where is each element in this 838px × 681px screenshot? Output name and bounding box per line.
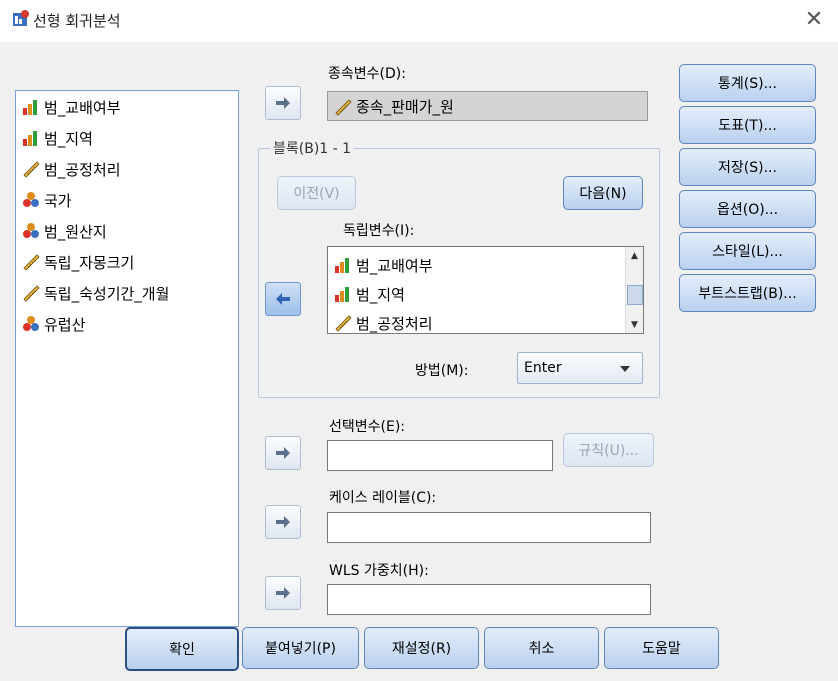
source-variable-item[interactable]: 범_교배여부 <box>22 95 121 119</box>
independents-scrollbar[interactable]: ▲ ▼ <box>625 247 643 333</box>
scale-ruler-icon <box>22 160 40 178</box>
nominal-bar-icon <box>22 129 40 147</box>
dependent-value: 종속_판매가_원 <box>356 98 454 116</box>
save-button[interactable]: 저장(S)... <box>679 148 816 186</box>
source-variable-item-label: 독립_자몽크기 <box>44 253 135 272</box>
source-variable-item[interactable]: 독립_자몽크기 <box>22 250 134 274</box>
statistics-button[interactable]: 통계(S)... <box>679 64 816 102</box>
method-label: 방법(M): <box>415 363 469 379</box>
independent-variable-item[interactable]: 범_지역 <box>334 282 405 306</box>
window-title: 선형 회귀분석 <box>33 12 121 30</box>
scale-ruler-icon <box>22 253 40 271</box>
move-to-dependent-button[interactable] <box>265 86 301 120</box>
dependent-label: 종속변수(D): <box>328 66 406 82</box>
nominal-bar-icon <box>334 285 352 303</box>
scale-ruler-icon <box>334 314 352 332</box>
scale-ruler-icon <box>335 98 352 116</box>
source-variable-item-label: 범_교배여부 <box>44 98 121 117</box>
plots-button[interactable]: 도표(T)... <box>679 106 816 144</box>
source-variable-item-label: 범_원산지 <box>44 222 107 241</box>
chevron-down-icon <box>620 366 630 372</box>
arrow-right-icon <box>276 587 290 599</box>
move-to-selection-button[interactable] <box>265 436 301 470</box>
source-variable-item[interactable]: 범_원산지 <box>22 219 107 243</box>
case-label-label: 케이스 레이블(C): <box>329 490 437 506</box>
rule-button[interactable]: 규칙(U)... <box>563 433 654 467</box>
method-value: Enter <box>524 360 562 376</box>
arrow-right-icon <box>276 97 290 109</box>
independents-label: 독립변수(I): <box>343 223 415 239</box>
independent-variable-item-label: 범_지역 <box>356 285 405 304</box>
method-select[interactable]: Enter <box>517 352 643 384</box>
independent-variable-item[interactable]: 범_교배여부 <box>334 253 433 277</box>
reset-button[interactable]: 재설정(R) <box>364 627 479 669</box>
source-variable-item-label: 범_공정처리 <box>44 160 121 179</box>
source-variable-item[interactable]: 국가 <box>22 188 72 212</box>
selection-label: 선택변수(E): <box>329 419 406 435</box>
close-icon[interactable]: ✕ <box>800 6 828 34</box>
independent-variable-item-label: 범_공정처리 <box>356 314 433 333</box>
source-variable-item[interactable]: 유럽산 <box>22 312 85 336</box>
nominal-bar-icon <box>22 98 40 116</box>
block-legend: 블록(B)1 - 1 <box>270 138 355 158</box>
ok-button[interactable]: 확인 <box>125 627 239 671</box>
regression-app-icon <box>13 10 29 26</box>
bootstrap-button[interactable]: 부트스트랩(B)... <box>679 274 816 312</box>
scroll-down-icon[interactable]: ▼ <box>626 316 643 333</box>
wls-label: WLS 가중치(H): <box>329 563 429 579</box>
nominal-bar-icon <box>334 256 352 274</box>
arrow-left-icon <box>276 293 290 305</box>
arrow-right-icon <box>276 516 290 528</box>
source-variable-item[interactable]: 독립_숙성기간_개월 <box>22 281 169 305</box>
selection-field[interactable] <box>327 440 553 471</box>
independent-variable-item-label: 범_교배여부 <box>356 256 433 275</box>
help-button[interactable]: 도움말 <box>604 627 719 669</box>
nominal-circles-icon <box>22 191 40 209</box>
nominal-circles-icon <box>22 315 40 333</box>
source-variable-list[interactable]: 범_교배여부범_지역범_공정처리국가범_원산지독립_자몽크기독립_숙성기간_개월… <box>15 90 239 627</box>
title-bar <box>0 0 838 42</box>
independents-list[interactable]: ▲ ▼ 범_교배여부범_지역범_공정처리 <box>327 246 644 334</box>
source-variable-item[interactable]: 범_공정처리 <box>22 157 121 181</box>
move-to-independents-button[interactable] <box>265 282 301 316</box>
case-label-field[interactable] <box>327 512 651 543</box>
independent-variable-item[interactable]: 범_공정처리 <box>334 311 433 333</box>
source-variable-item-label: 범_지역 <box>44 129 93 148</box>
previous-block-button[interactable]: 이전(V) <box>277 176 356 210</box>
move-to-wls-button[interactable] <box>265 576 301 610</box>
source-variable-item-label: 독립_숙성기간_개월 <box>44 284 170 303</box>
style-button[interactable]: 스타일(L)... <box>679 232 816 270</box>
dependent-field[interactable]: 종속_판매가_원 <box>327 91 648 121</box>
paste-button[interactable]: 붙여넣기(P) <box>242 627 359 669</box>
options-button[interactable]: 옵션(O)... <box>679 190 816 228</box>
scroll-thumb[interactable] <box>627 285 643 305</box>
cancel-button[interactable]: 취소 <box>484 627 599 669</box>
source-variable-item[interactable]: 범_지역 <box>22 126 93 150</box>
arrow-right-icon <box>276 447 290 459</box>
scale-ruler-icon <box>22 284 40 302</box>
move-to-case-label-button[interactable] <box>265 505 301 539</box>
source-variable-item-label: 국가 <box>44 191 72 210</box>
scroll-up-icon[interactable]: ▲ <box>626 247 643 264</box>
nominal-circles-icon <box>22 222 40 240</box>
wls-field[interactable] <box>327 584 651 615</box>
source-variable-item-label: 유럽산 <box>44 315 86 334</box>
next-block-button[interactable]: 다음(N) <box>563 176 643 210</box>
